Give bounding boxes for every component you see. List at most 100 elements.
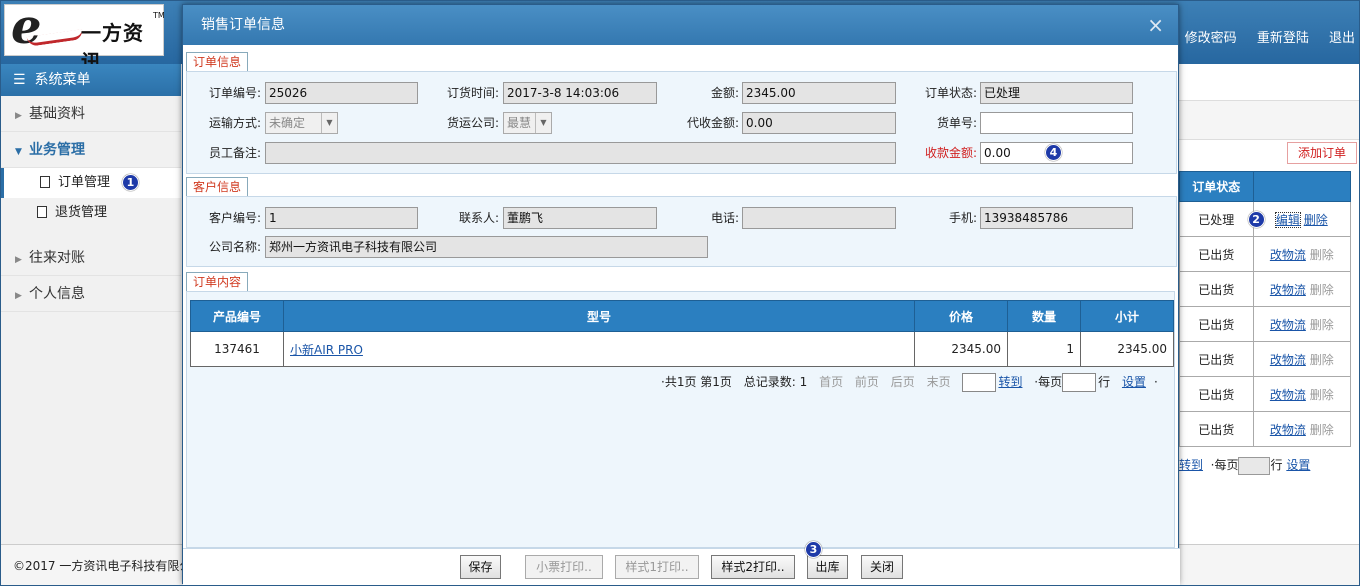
carrier-value: 最慧: [507, 116, 532, 130]
change-password-link[interactable]: 修改密码: [1185, 31, 1237, 46]
sidebar-item-return-management[interactable]: 退货管理: [1, 198, 181, 228]
change-logistics-link[interactable]: 改物流: [1270, 283, 1306, 297]
delete-link[interactable]: 删除: [1304, 213, 1328, 227]
shipping-select[interactable]: 未确定 ▼: [265, 112, 338, 134]
pager-prev: 前页: [854, 375, 879, 389]
ops-cell: 改物流 删除: [1252, 376, 1352, 412]
background-settings-link[interactable]: 设置: [1286, 458, 1310, 472]
phone-field: [742, 207, 896, 229]
sidebar-section-basic[interactable]: ▶ 基础资料: [1, 96, 181, 132]
delete-link: 删除: [1309, 317, 1334, 332]
pager-goto-input[interactable]: [962, 373, 997, 392]
phone-label: 电话:: [710, 211, 739, 225]
change-logistics-link[interactable]: 改物流: [1270, 388, 1306, 402]
close-icon[interactable]: ×: [1147, 5, 1164, 45]
column-header-subtotal: 小计: [1080, 300, 1174, 332]
column-header-model: 型号: [283, 300, 915, 332]
sidebar-section-label: 基础资料: [29, 106, 85, 122]
cod-label: 代收金额:: [686, 116, 739, 130]
background-rows-label: 行: [1270, 458, 1283, 472]
customer-info-section: 客户信息 客户编号: 1 联系人: 董鹏飞 电话: 手机: 1393848578…: [183, 177, 1180, 267]
logout-link[interactable]: 退出: [1329, 31, 1355, 46]
background-per-page-input[interactable]: [1238, 456, 1271, 475]
annotation-badge-4: 4: [1045, 144, 1062, 161]
sidebar-section-reconcile[interactable]: ▶ 往来对账: [1, 240, 181, 276]
tab-order-content[interactable]: 订单内容: [186, 272, 249, 291]
status-cell: 已出货: [1179, 236, 1254, 272]
status-cell: 已出货: [1179, 411, 1254, 447]
background-pager: 转到 ·每页行 设置: [1179, 456, 1310, 475]
mobile-label: 手机:: [948, 211, 977, 225]
ops-cell: 改物流 删除: [1252, 236, 1352, 272]
status-cell: 已出货: [1179, 306, 1254, 342]
tab-customer-info[interactable]: 客户信息: [186, 177, 249, 196]
order-time-field: 2017-3-8 14:03:06: [503, 82, 657, 104]
contact-field: 董鹏飞: [503, 207, 657, 229]
price-cell: 2345.00: [914, 331, 1008, 367]
company-field: 郑州一方资讯电子科技有限公司: [265, 236, 708, 258]
pager-per-page-input[interactable]: [1062, 373, 1097, 392]
relogin-link[interactable]: 重新登陆: [1257, 31, 1309, 46]
document-icon: [40, 176, 50, 188]
pager-next: 后页: [890, 375, 915, 389]
customer-no-field: 1: [265, 207, 418, 229]
carrier-select[interactable]: 最慧 ▼: [503, 112, 552, 134]
table-row: 已出货 改物流 删除: [1179, 236, 1352, 272]
background-goto-link[interactable]: 转到: [1179, 458, 1203, 472]
document-icon: [37, 206, 47, 218]
table-row: 137461 小新AIR PRO 2345.00 1 2345.00: [190, 331, 1174, 367]
chevron-right-icon: ▶: [15, 111, 22, 121]
delete-link: 删除: [1309, 387, 1334, 402]
chevron-right-icon: ▶: [15, 291, 22, 301]
received-amount-value: 0.00: [984, 146, 1011, 160]
stock-out-button[interactable]: 出库: [807, 555, 848, 579]
save-button[interactable]: 保存: [460, 555, 501, 579]
ops-cell: 改物流 删除: [1252, 306, 1352, 342]
table-row: 已出货 改物流 删除: [1179, 411, 1352, 447]
column-header-status: 订单状态: [1179, 171, 1254, 202]
logo: e 一方资讯 TM: [4, 1, 165, 74]
annotation-badge-3: 3: [805, 541, 822, 558]
change-logistics-link[interactable]: 改物流: [1270, 353, 1306, 367]
table-row: 已出货 改物流 删除: [1179, 271, 1352, 307]
product-model-link[interactable]: 小新AIR PRO: [290, 343, 363, 357]
note-field: [265, 142, 896, 164]
menu-list-icon: ☰: [13, 72, 26, 88]
sidebar: ☰ 系统菜单 ▶ 基础资料 ▼ 业务管理 订单管理 1 退货管理 ▶ 往来对账 ▶ 个人…: [1, 64, 181, 544]
waybill-input[interactable]: [980, 112, 1133, 134]
add-order-button[interactable]: 添加订单: [1287, 142, 1357, 164]
style2-print-button[interactable]: 样式2打印..: [711, 555, 795, 579]
carrier-label: 货运公司:: [446, 116, 499, 130]
change-logistics-link[interactable]: 改物流: [1270, 318, 1306, 332]
annotation-badge-2: 2: [1247, 211, 1265, 228]
sidebar-section-personal[interactable]: ▶ 个人信息: [1, 276, 181, 312]
change-logistics-link[interactable]: 改物流: [1270, 248, 1306, 262]
style1-print-button: 样式1打印..: [615, 555, 699, 579]
table-header-row: 产品编号 型号 价格 数量 小计: [190, 300, 1174, 332]
edit-link[interactable]: 编辑: [1274, 211, 1301, 228]
customer-no-label: 客户编号:: [208, 211, 261, 225]
sidebar-section-label: 往来对账: [29, 250, 85, 266]
column-header-price: 价格: [914, 300, 1008, 332]
status-cell: 已出货: [1179, 271, 1254, 307]
annotation-badge-1: 1: [122, 174, 139, 191]
order-info-panel: 订单编号: 25026 订货时间: 2017-3-8 14:03:06 金额: …: [186, 71, 1177, 174]
background-per-page-label: 每页: [1214, 458, 1239, 472]
pager-last: 末页: [926, 375, 951, 389]
waybill-label: 货单号:: [936, 116, 977, 130]
change-logistics-link[interactable]: 改物流: [1270, 423, 1306, 437]
pager-goto-link[interactable]: 转到: [998, 375, 1022, 389]
shipping-label: 运输方式:: [208, 116, 261, 130]
table-row: 已出货 改物流 删除: [1179, 376, 1352, 412]
model-cell: 小新AIR PRO: [283, 331, 915, 367]
tab-order-info[interactable]: 订单信息: [186, 52, 249, 71]
top-links: 修改密码 重新登陆 退出: [1169, 27, 1355, 46]
order-no-field: 25026: [265, 82, 418, 104]
sidebar-section-business[interactable]: ▼ 业务管理: [1, 132, 181, 168]
pager-settings-link[interactable]: 设置: [1122, 375, 1146, 389]
sidebar-item-order-management[interactable]: 订单管理 1: [1, 168, 181, 198]
order-time-label: 订货时间:: [446, 86, 499, 100]
pager-first: 首页: [819, 375, 844, 389]
close-button[interactable]: 关闭: [861, 555, 903, 579]
mobile-field: 13938485786: [980, 207, 1133, 229]
